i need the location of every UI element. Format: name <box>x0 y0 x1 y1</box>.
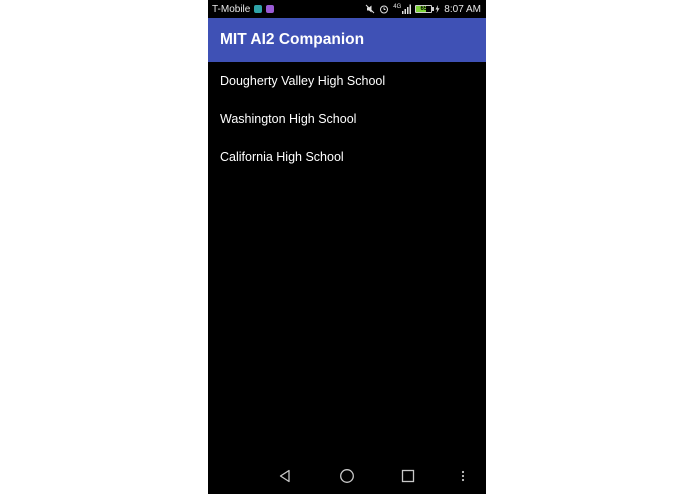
alarm-icon <box>380 5 389 14</box>
notification-teal-icon <box>254 5 263 13</box>
carrier-label: T-Mobile <box>212 3 251 15</box>
status-bar: T-Mobile 4G 65 8:07 AM <box>208 0 486 18</box>
back-icon <box>279 469 290 483</box>
battery-level: 65 <box>420 6 428 12</box>
network-type-label: 4G <box>393 4 402 10</box>
signal-icon: 4G <box>393 4 412 14</box>
back-button[interactable] <box>275 466 295 486</box>
navigation-bar <box>208 458 486 494</box>
app-bar: MIT AI2 Companion <box>208 18 486 62</box>
phone-screen: T-Mobile 4G 65 8:07 AM MIT AI2 Companion… <box>208 0 486 494</box>
home-button[interactable] <box>337 466 357 486</box>
clock: 8:07 AM <box>444 3 481 15</box>
recents-icon <box>401 469 415 483</box>
list-item[interactable]: California High School <box>208 138 486 176</box>
list-item-label: California High School <box>220 150 344 164</box>
charging-icon <box>435 5 440 13</box>
list-item[interactable]: Washington High School <box>208 100 486 138</box>
app-title: MIT AI2 Companion <box>220 31 365 48</box>
overflow-menu-button[interactable] <box>453 466 473 486</box>
recents-button[interactable] <box>398 466 418 486</box>
signal-bars-icon <box>402 4 412 14</box>
battery-body: 65 <box>415 5 433 13</box>
school-list: Dougherty Valley High School Washington … <box>208 62 486 176</box>
list-item[interactable]: Dougherty Valley High School <box>208 62 486 100</box>
mute-icon <box>365 4 375 14</box>
list-item-label: Dougherty Valley High School <box>220 74 386 88</box>
list-item-label: Washington High School <box>220 112 357 126</box>
home-icon <box>340 469 354 483</box>
notification-purple-icon <box>266 5 275 13</box>
status-right: 4G 65 8:07 AM <box>365 4 481 15</box>
battery-tip <box>432 7 435 11</box>
overflow-menu-icon <box>461 470 465 482</box>
battery-icon: 65 <box>415 5 440 13</box>
status-left: T-Mobile <box>212 3 275 15</box>
